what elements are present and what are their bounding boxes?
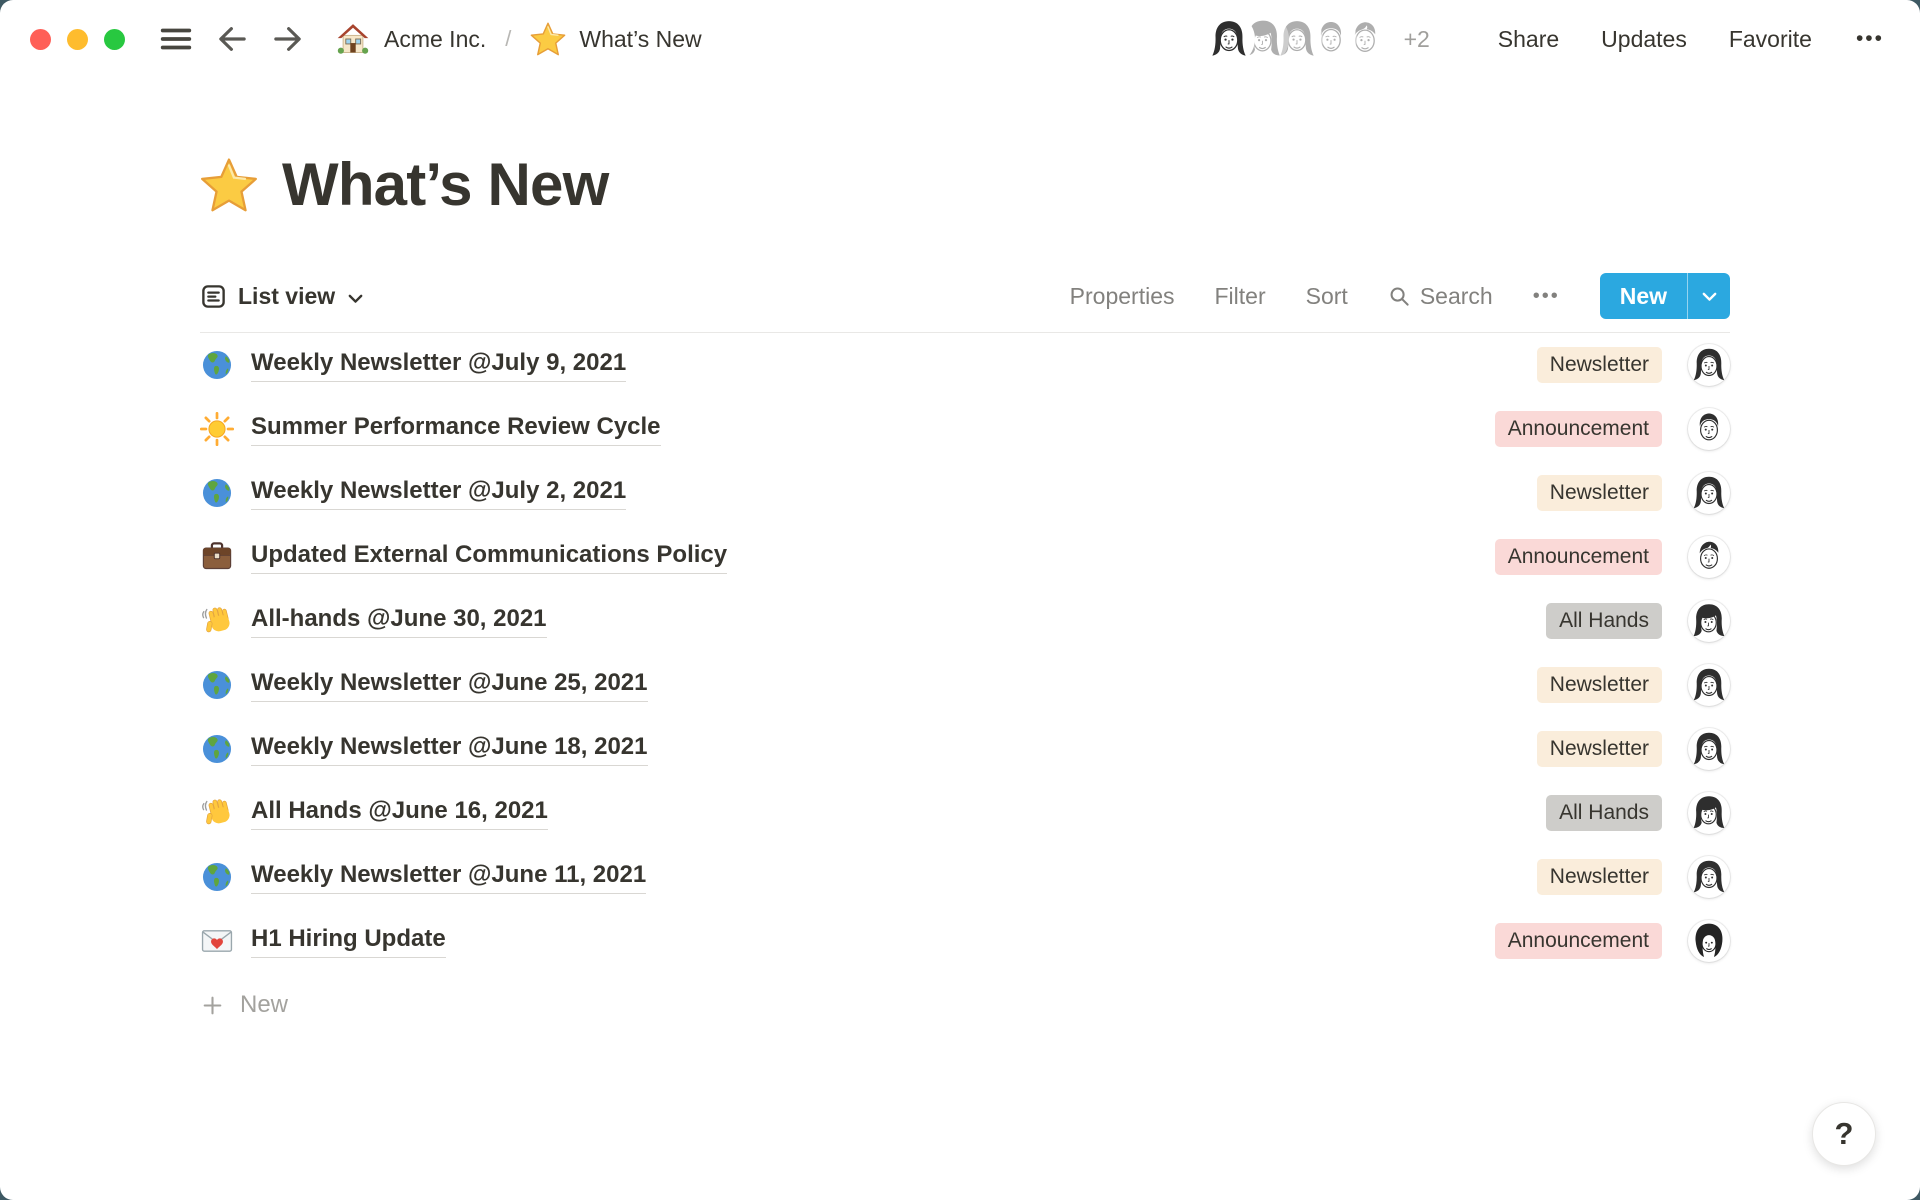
list-view-switcher[interactable]: List view [200,283,365,310]
globe-icon [200,476,234,510]
list-item[interactable]: Weekly Newsletter @June 25, 2021 Newslet… [200,653,1730,717]
page-link[interactable]: H1 Hiring Update [251,924,446,958]
sort-button[interactable]: Sort [1306,283,1348,310]
plus-icon [200,993,225,1018]
person-avatar [1688,600,1730,642]
new-button-group[interactable]: New [1600,273,1730,319]
page-link[interactable]: Updated External Communications Policy [251,540,727,574]
person-avatar [1688,920,1730,962]
person-avatar [1688,728,1730,770]
filter-button[interactable]: Filter [1215,283,1266,310]
titlebar: Acme Inc. / What’s New +2 Share Updates … [0,0,1920,78]
list-item[interactable]: Weekly Newsletter @June 18, 2021 Newslet… [200,717,1730,781]
list-item[interactable]: Weekly Newsletter @July 9, 2021 Newslett… [200,333,1730,397]
star-icon [200,156,258,214]
tag-badge[interactable]: All Hands [1546,795,1662,830]
list-item[interactable]: All-hands @June 30, 2021 All Hands [200,589,1730,653]
waving-hand-icon [200,604,234,638]
new-button[interactable]: New [1600,273,1687,319]
page-link[interactable]: Summer Performance Review Cycle [251,412,661,446]
minimize-window-button[interactable] [67,29,88,50]
list-view-icon [200,283,227,310]
page-link[interactable]: All Hands @June 16, 2021 [251,796,548,830]
list-item[interactable]: Weekly Newsletter @June 11, 2021 Newslet… [200,845,1730,909]
list-view-rows: Weekly Newsletter @July 9, 2021 Newslett… [200,333,1730,1037]
window-controls [30,29,125,50]
list-item[interactable]: Weekly Newsletter @July 2, 2021 Newslett… [200,461,1730,525]
app-window: Acme Inc. / What’s New +2 Share Updates … [0,0,1920,1200]
breadcrumb: Acme Inc. / What’s New [335,21,702,57]
tag-badge[interactable]: All Hands [1546,603,1662,638]
new-dropdown-button[interactable] [1688,273,1730,319]
globe-icon [200,668,234,702]
briefcase-icon [200,540,234,574]
house-icon [335,21,371,57]
tag-badge[interactable]: Newsletter [1537,475,1662,510]
list-item[interactable]: All Hands @June 16, 2021 All Hands [200,781,1730,845]
viewer-avatar-stack[interactable] [1206,16,1388,62]
star-icon [530,21,566,57]
add-new-row-label: New [240,991,288,1019]
toolbar-more-icon[interactable]: ••• [1533,285,1560,308]
page-link[interactable]: Weekly Newsletter @June 11, 2021 [251,860,646,894]
person-avatar [1688,792,1730,834]
person-avatar [1688,472,1730,514]
page-link[interactable]: Weekly Newsletter @June 25, 2021 [251,668,648,702]
person-avatar [1688,536,1730,578]
page-link[interactable]: All-hands @June 30, 2021 [251,604,547,638]
search-icon [1388,285,1411,308]
list-view-label: List view [238,283,335,310]
viewer-avatar[interactable] [1206,16,1252,62]
breadcrumb-separator: / [499,26,517,52]
page-title: What’s New [200,150,1730,219]
view-toolbar: List view Properties Filter Sort Search … [200,273,1730,333]
globe-icon [200,348,234,382]
close-window-button[interactable] [30,29,51,50]
help-button[interactable]: ? [1812,1102,1876,1166]
page-title-text: What’s New [282,150,608,219]
globe-icon [200,732,234,766]
sidebar-menu-icon[interactable] [159,22,193,56]
tag-badge[interactable]: Newsletter [1537,667,1662,702]
properties-button[interactable]: Properties [1070,283,1175,310]
back-icon[interactable] [215,22,249,56]
avatar-overflow-count[interactable]: +2 [1404,26,1430,53]
forward-icon[interactable] [271,22,305,56]
favorite-button[interactable]: Favorite [1729,26,1812,53]
add-new-row-button[interactable]: New [200,973,1730,1037]
share-button[interactable]: Share [1498,26,1559,53]
person-avatar [1688,664,1730,706]
tag-badge[interactable]: Newsletter [1537,859,1662,894]
list-item[interactable]: H1 Hiring Update Announcement [200,909,1730,973]
globe-icon [200,860,234,894]
waving-hand-icon [200,796,234,830]
person-avatar [1688,856,1730,898]
tag-badge[interactable]: Newsletter [1537,347,1662,382]
page-link[interactable]: Weekly Newsletter @June 18, 2021 [251,732,648,766]
updates-button[interactable]: Updates [1601,26,1687,53]
breadcrumb-workspace[interactable]: Acme Inc. [384,26,486,53]
page-link[interactable]: Weekly Newsletter @July 2, 2021 [251,476,626,510]
tag-badge[interactable]: Announcement [1495,923,1662,958]
page-link[interactable]: Weekly Newsletter @July 9, 2021 [251,348,626,382]
zoom-window-button[interactable] [104,29,125,50]
list-item[interactable]: Updated External Communications Policy A… [200,525,1730,589]
chevron-down-icon [346,287,365,306]
love-letter-icon [200,924,234,958]
more-options-icon[interactable]: ••• [1856,27,1884,51]
search-button[interactable]: Search [1388,283,1493,310]
search-label: Search [1420,283,1493,310]
person-avatar [1688,344,1730,386]
tag-badge[interactable]: Announcement [1495,539,1662,574]
sun-icon [200,412,234,446]
chevron-down-icon [1700,287,1719,306]
list-item[interactable]: Summer Performance Review Cycle Announce… [200,397,1730,461]
tag-badge[interactable]: Announcement [1495,411,1662,446]
tag-badge[interactable]: Newsletter [1537,731,1662,766]
breadcrumb-page[interactable]: What’s New [579,26,701,53]
person-avatar [1688,408,1730,450]
page-content: What’s New List view Properties Filter S… [0,150,1920,1037]
